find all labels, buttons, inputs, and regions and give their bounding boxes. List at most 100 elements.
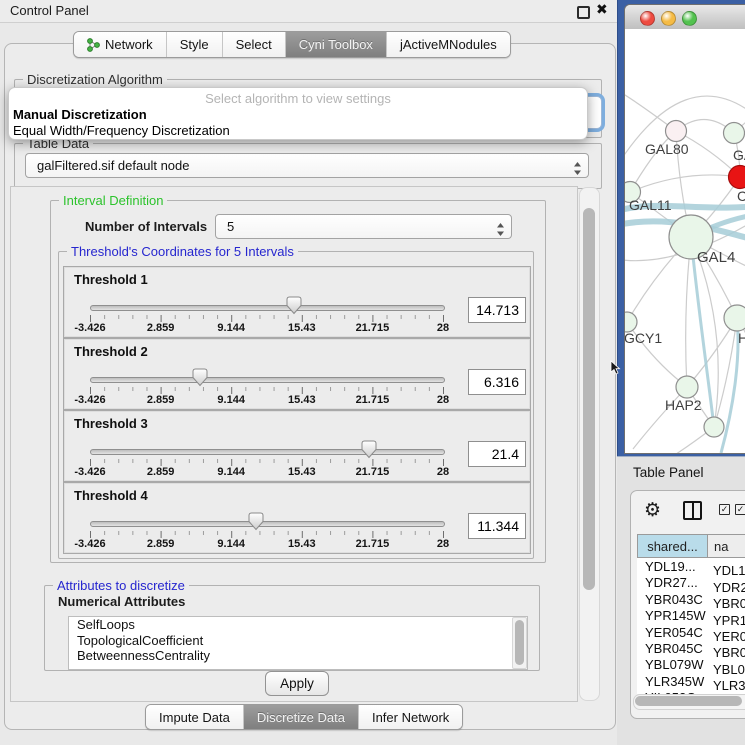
table-row[interactable]: YLR345WYLR3 — [637, 674, 745, 690]
slider-tick-label: -3.426 — [74, 394, 105, 406]
threshold-3-value[interactable]: 21.4 — [468, 441, 526, 467]
stepper-icon — [574, 159, 581, 178]
close-icon[interactable]: ✖ — [596, 1, 608, 18]
slider-handle[interactable] — [248, 512, 264, 531]
attributes-list-scrollbar[interactable] — [512, 617, 527, 669]
column-header-name[interactable]: na — [707, 534, 745, 558]
tab-cyni-toolbox[interactable]: Cyni Toolbox — [285, 32, 386, 57]
cell-shared-name: YBR045C — [637, 641, 708, 657]
slider-tick-labels: -3.4262.8599.14415.4321.71528 — [90, 394, 445, 408]
cell-shared-name: YPR145W — [637, 608, 708, 624]
group-title: Attributes to discretize — [53, 578, 189, 593]
outer-vertical-scrollbar[interactable] — [579, 187, 600, 701]
checkbox-checked-icon[interactable]: ✓ — [719, 504, 730, 515]
slider-tick-label: 28 — [437, 466, 449, 478]
slider-track[interactable] — [90, 449, 445, 455]
slider-tick-label: 28 — [437, 394, 449, 406]
group-title: Interval Definition — [59, 193, 167, 208]
attribute-list-item[interactable]: TopologicalCoefficient — [69, 633, 527, 649]
slider-tick-label: 9.144 — [217, 538, 245, 550]
threshold-4-panel: Threshold 4 -3.4262.8599.14415.4321.7152… — [63, 482, 531, 554]
cell-shared-name: YDL19... — [637, 559, 708, 575]
slider-tick-label: 15.43 — [288, 322, 316, 334]
svg-text:GCY1: GCY1 — [625, 330, 662, 346]
slider-tick-label: 2.859 — [147, 538, 175, 550]
tab-discretize-data[interactable]: Discretize Data — [243, 705, 358, 729]
scrollbar-thumb[interactable] — [583, 208, 595, 590]
tab-label: Cyni Toolbox — [299, 37, 373, 52]
attribute-list-item[interactable]: SelfLoops — [69, 617, 527, 633]
tab-style[interactable]: Style — [166, 32, 222, 57]
slider-handle[interactable] — [192, 368, 208, 387]
slider-track[interactable] — [90, 377, 445, 383]
tab-network[interactable]: Network — [74, 32, 166, 57]
tab-label: Style — [180, 37, 209, 52]
float-window-icon[interactable] — [577, 6, 590, 19]
cell-shared-name: YER054C — [637, 625, 708, 641]
table-rows: YDL19...YDL1YDR27...YDR2YBR043CYBR0YPR14… — [637, 559, 745, 694]
threshold-4-value[interactable]: 11.344 — [468, 513, 526, 539]
tab-impute-data[interactable]: Impute Data — [146, 705, 243, 729]
tab-jactivemnodules[interactable]: jActiveMNodules — [386, 32, 510, 57]
number-of-intervals-label: Number of Intervals — [85, 219, 207, 234]
svg-text:GAL11: GAL11 — [629, 197, 672, 213]
dropdown-placeholder: Select algorithm to view settings — [9, 91, 587, 106]
gear-icon[interactable]: ⚙ — [644, 501, 661, 521]
slider-tick-label: 2.859 — [147, 394, 175, 406]
slider-tick-label: 9.144 — [217, 394, 245, 406]
slider-tick-labels: -3.4262.8599.14415.4321.71528 — [90, 538, 445, 552]
slider-tick-label: 15.43 — [288, 466, 316, 478]
cyni-mode-tabbar: Impute Data Discretize Data Infer Networ… — [145, 704, 463, 730]
control-panel-tabbar: Network Style Select Cyni Toolbox jActiv… — [73, 31, 511, 58]
tab-label: Infer Network — [372, 710, 449, 725]
checkbox-checked-icon[interactable]: ✓ — [735, 504, 745, 515]
combobox-value: 5 — [227, 219, 234, 234]
threshold-4-slider[interactable]: -3.4262.8599.14415.4321.71528 — [90, 483, 445, 553]
threshold-1-value[interactable]: 14.713 — [468, 297, 526, 323]
table-row[interactable]: YBL079WYBL0 — [637, 657, 745, 673]
slider-tick-label: 2.859 — [147, 466, 175, 478]
dropdown-option-manual-discretization[interactable]: Manual Discretization — [13, 107, 147, 122]
split-columns-icon[interactable] — [683, 501, 702, 520]
slider-handle[interactable] — [286, 296, 302, 315]
threshold-2-panel: Threshold 2 -3.4262.8599.14415.4321.7152… — [63, 338, 531, 410]
table-horizontal-scrollbar[interactable] — [633, 694, 745, 710]
scrollbar-thumb[interactable] — [635, 696, 742, 706]
threshold-2-slider[interactable]: -3.4262.8599.14415.4321.71528 — [90, 339, 445, 409]
table-panel-title: Table Panel — [633, 465, 704, 480]
scrollbar-thumb[interactable] — [515, 620, 524, 665]
svg-text:HAP2: HAP2 — [665, 397, 702, 413]
zoom-traffic-light[interactable] — [682, 11, 697, 26]
numerical-attributes-list[interactable]: SelfLoopsTopologicalCoefficientBetweenne… — [68, 616, 528, 670]
column-header-shared[interactable]: shared... — [637, 534, 708, 558]
slider-tick-label: 21.715 — [356, 394, 390, 406]
network-icon — [87, 38, 100, 52]
threshold-2-value[interactable]: 6.316 — [468, 369, 526, 395]
attribute-list-item[interactable]: BetweennessCentrality — [69, 648, 527, 664]
table-row[interactable]: YER054CYER0 — [637, 625, 745, 641]
dropdown-option-equal-width[interactable]: Equal Width/Frequency Discretization — [13, 123, 230, 138]
table-row[interactable]: YBR045CYBR0 — [637, 641, 745, 657]
minimize-traffic-light[interactable] — [661, 11, 676, 26]
network-view-window[interactable]: GAL80GALCGAL11GAL4GCY1HHAP2 — [624, 4, 745, 454]
network-canvas[interactable]: GAL80GALCGAL11GAL4GCY1HHAP2 — [625, 29, 745, 453]
table-row[interactable]: YBR043CYBR0 — [637, 592, 745, 608]
number-of-intervals-combobox[interactable]: 5 — [215, 214, 512, 239]
slider-tick-label: 15.43 — [288, 538, 316, 550]
table-row[interactable]: YPR145WYPR1 — [637, 608, 745, 624]
apply-button[interactable]: Apply — [265, 671, 329, 696]
slider-track[interactable] — [90, 521, 445, 527]
network-window-titlebar[interactable] — [625, 5, 745, 30]
table-row[interactable]: YDL19...YDL1 — [637, 559, 745, 575]
slider-handle[interactable] — [361, 440, 377, 459]
close-traffic-light[interactable] — [640, 11, 655, 26]
tab-select[interactable]: Select — [222, 32, 285, 57]
threshold-1-slider[interactable]: -3.4262.8599.14415.4321.71528 — [90, 267, 445, 337]
group-title: Threshold's Coordinates for 5 Intervals — [67, 244, 298, 259]
threshold-3-slider[interactable]: -3.4262.8599.14415.4321.71528 — [90, 411, 445, 481]
threshold-1-panel: Threshold 1 -3.4262.8599.14415.4321.7152… — [63, 266, 531, 338]
table-row[interactable]: YDR27...YDR2 — [637, 575, 745, 591]
slider-track[interactable] — [90, 305, 445, 311]
tab-infer-network[interactable]: Infer Network — [358, 705, 462, 729]
table-data-combobox[interactable]: galFiltered.sif default node — [25, 153, 589, 178]
